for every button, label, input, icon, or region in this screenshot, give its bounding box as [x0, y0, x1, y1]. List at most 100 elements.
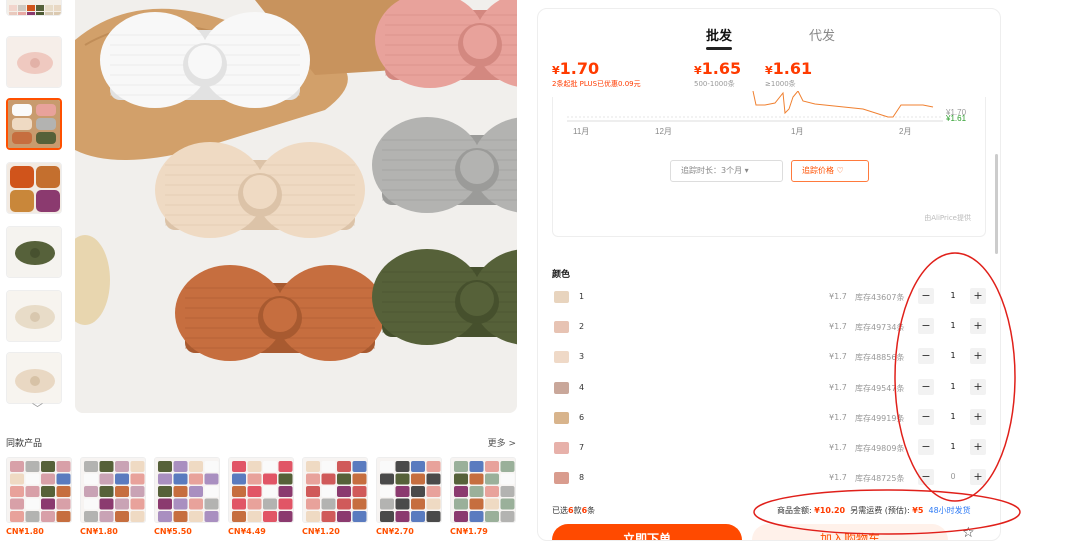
color-name: 6: [579, 412, 585, 422]
color-swatch[interactable]: [554, 321, 569, 334]
grey-headband: [372, 117, 517, 213]
unit-price: ¥1.7: [829, 473, 847, 483]
color-swatch[interactable]: [554, 381, 569, 394]
similar-product-image: [80, 457, 146, 523]
quantity-input[interactable]: 1: [944, 319, 962, 333]
similar-product-price: CN¥1.79: [450, 527, 488, 536]
increase-button[interactable]: +: [970, 439, 986, 455]
x-tick: 11月: [573, 127, 589, 136]
color-name: 1: [579, 292, 585, 301]
track-price-button[interactable]: 追踪价格 ♡: [791, 160, 869, 182]
favorite-star-icon[interactable]: ☆: [962, 525, 975, 540]
tier-price: 1.65: [701, 59, 742, 78]
ship-time: 48小时发货: [928, 506, 971, 515]
quantity-input[interactable]: 1: [944, 440, 962, 454]
similar-product-price: CN¥2.70: [376, 527, 414, 536]
price-history-chart: ¥1.70 ¥1.61 11月 12月 1月 2月 追踪时长：3个月 ▾ 追踪价…: [552, 91, 986, 237]
color-swatch[interactable]: [554, 442, 569, 454]
decrease-button[interactable]: −: [918, 348, 934, 365]
pink-headband: [375, 0, 517, 88]
thumbnail[interactable]: [6, 352, 62, 404]
color-swatch[interactable]: [554, 472, 569, 485]
quantity-input[interactable]: 1: [944, 380, 962, 394]
similar-product-card[interactable]: CN¥1.80: [6, 457, 72, 536]
color-name: 8: [579, 473, 585, 483]
decrease-button[interactable]: −: [918, 288, 934, 304]
similar-product-price: CN¥1.20: [302, 527, 340, 536]
similar-product-image: [228, 457, 294, 523]
tier-quantity: 500-1000条: [694, 80, 735, 88]
more-link[interactable]: 更多 >: [488, 436, 516, 449]
price-tier: ¥1.70 2条起批 PLUS已优惠0.09元: [552, 59, 641, 88]
x-tick: 1月: [791, 127, 803, 136]
similar-title: 同款产品: [6, 439, 43, 449]
unit-price: ¥1.7: [829, 443, 847, 452]
color-option-row: 1 ¥1.7 库存43607条 −1 +: [552, 286, 986, 310]
thumbnail[interactable]: [6, 36, 62, 88]
unit-price: ¥1.7: [829, 352, 847, 362]
color-swatch[interactable]: [554, 291, 569, 303]
color-option-row: 8 ¥1.7 库存48725条 −0 +: [552, 467, 986, 491]
decrease-button[interactable]: −: [918, 469, 934, 486]
increase-button[interactable]: +: [970, 408, 986, 425]
main-product-image: [75, 0, 517, 413]
similar-product-card[interactable]: CN¥5.50: [154, 457, 220, 536]
order-now-button[interactable]: 立即下单: [552, 524, 742, 540]
unit-price: ¥1.7: [829, 292, 847, 301]
olive-headband: [372, 249, 517, 345]
price-low-label: ¥1.61: [945, 114, 967, 123]
stock-count: 库存49919条: [855, 413, 905, 423]
similar-product-card[interactable]: CN¥4.49: [228, 457, 294, 536]
increase-button[interactable]: +: [970, 288, 986, 304]
increase-button[interactable]: +: [970, 318, 986, 335]
color-name: 2: [579, 322, 585, 332]
amount-summary: 商品金额: ¥10.20 另需运费 (预估): ¥5 48小时发货: [777, 506, 971, 515]
thumbnail[interactable]: [6, 162, 62, 214]
tab-wholesale[interactable]: 批发: [706, 25, 733, 50]
decrease-button[interactable]: −: [918, 439, 934, 455]
panel-scrollbar[interactable]: [995, 154, 998, 254]
similar-product-image: [450, 457, 516, 523]
thumbnail-selected[interactable]: [6, 98, 62, 150]
unit-price: ¥1.7: [829, 412, 847, 422]
decrease-button[interactable]: −: [918, 378, 934, 395]
add-to-cart-button[interactable]: 加入购物车: [752, 524, 948, 540]
tier-quantity: ≥1000条: [765, 80, 796, 88]
thumbnail[interactable]: [6, 226, 62, 278]
unit-price: ¥1.7: [829, 382, 847, 392]
similar-product-card[interactable]: CN¥1.80: [80, 457, 146, 536]
similar-product-image: [154, 457, 220, 523]
quantity-input[interactable]: 0: [944, 470, 962, 484]
color-swatch[interactable]: [554, 351, 569, 364]
stock-count: 库存43607条: [855, 293, 905, 302]
quantity-input[interactable]: 1: [944, 289, 962, 303]
similar-product-image: [376, 457, 442, 523]
tab-dropship[interactable]: 代发: [809, 25, 835, 44]
color-name: 4: [579, 382, 585, 392]
tier-quantity: 2条起批 PLUS已优惠0.09元: [552, 80, 641, 88]
tier-price: 1.61: [772, 59, 813, 78]
decrease-button[interactable]: −: [918, 318, 934, 335]
track-duration-select[interactable]: 追踪时长：3个月 ▾: [670, 160, 783, 182]
stock-count: 库存49809条: [855, 444, 905, 453]
decrease-button[interactable]: −: [918, 408, 934, 425]
price-tier: ¥1.61 ≥1000条: [765, 59, 813, 88]
stock-count: 库存48725条: [855, 474, 905, 484]
increase-button[interactable]: +: [970, 378, 986, 395]
quantity-input[interactable]: 1: [944, 410, 962, 424]
color-option-row: 2 ¥1.7 库存49734条 −1 +: [552, 316, 986, 340]
similar-products: 同款产品 更多 > CN¥1.80 CN¥1.80 CN¥5.50 CN¥4.49 CN…: [0, 428, 530, 541]
similar-product-card[interactable]: CN¥1.20: [302, 457, 368, 536]
thumbnail[interactable]: [6, 290, 62, 342]
thumbnail[interactable]: [6, 0, 62, 16]
chevron-down-icon[interactable]: ﹀: [32, 400, 43, 416]
similar-product-card[interactable]: CN¥2.70: [376, 457, 442, 536]
similar-product-price: CN¥1.80: [6, 527, 44, 536]
increase-button[interactable]: +: [970, 348, 986, 365]
color-swatch[interactable]: [554, 411, 569, 424]
shipping-value: ¥5: [912, 506, 924, 515]
similar-product-card[interactable]: CN¥1.79: [450, 457, 516, 536]
increase-button[interactable]: +: [970, 469, 986, 486]
quantity-input[interactable]: 1: [944, 349, 962, 363]
similar-product-image: [302, 457, 368, 523]
